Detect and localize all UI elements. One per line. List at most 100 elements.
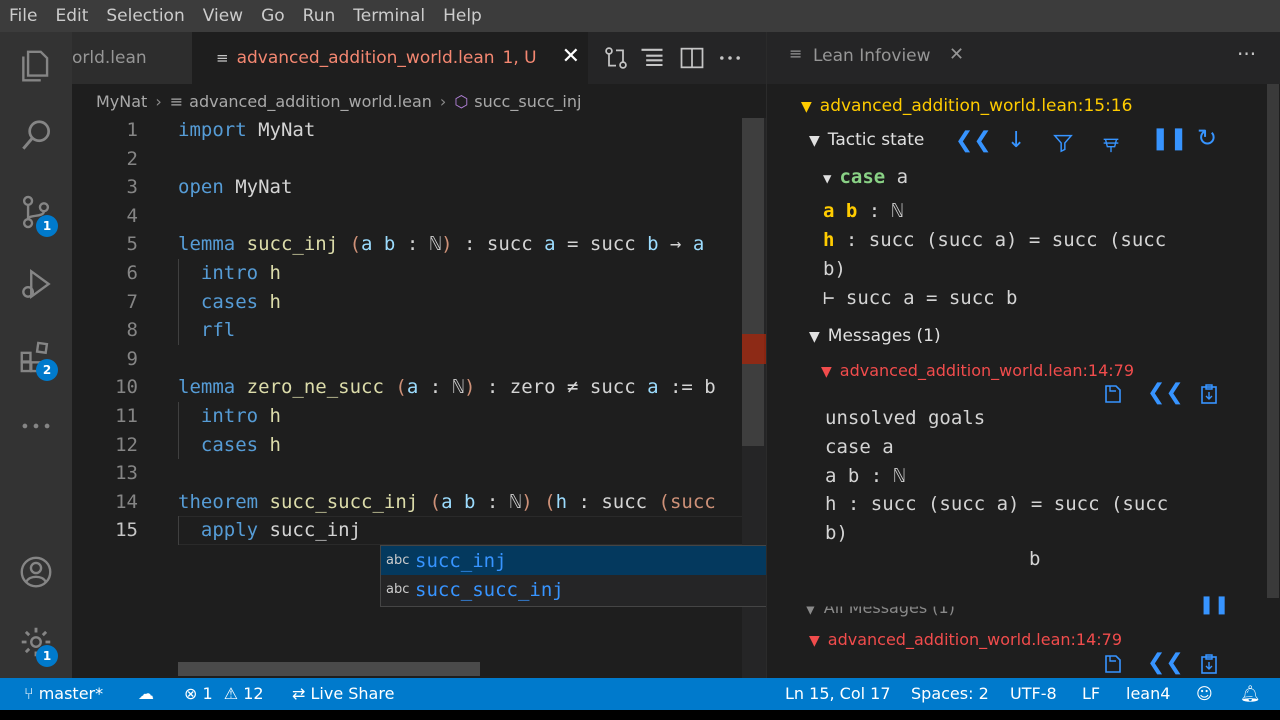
source-control-badge: 1 — [36, 215, 58, 237]
chevron-right-icon: › — [155, 91, 162, 111]
breadcrumb-file[interactable]: advanced_addition_world.lean — [189, 92, 432, 111]
all-messages-header[interactable]: ▼ All Messages (1) — [805, 601, 955, 617]
lean-menu-icon[interactable] — [638, 44, 666, 72]
pin-icon[interactable] — [1099, 132, 1123, 154]
code-token: ( — [532, 490, 556, 513]
vertical-scrollbar[interactable] — [742, 118, 764, 446]
line-number: 9 — [126, 347, 138, 370]
bell-icon[interactable]: 🔔︎ — [1240, 678, 1260, 710]
extensions-button[interactable]: 2 — [0, 326, 72, 386]
search-button[interactable] — [0, 106, 72, 166]
code-line[interactable]: cases h — [178, 288, 281, 317]
copy-to-comment-icon[interactable] — [1101, 382, 1125, 406]
code-line[interactable]: rfl — [178, 316, 235, 345]
split-editor-icon[interactable] — [678, 44, 706, 72]
pause-icon[interactable]: ❚❚ — [1151, 126, 1188, 151]
menu-file[interactable]: File — [0, 0, 46, 32]
line-number: 2 — [126, 147, 138, 170]
tab-previous-file[interactable]: orld.lean — [72, 32, 192, 84]
tab-advanced-addition-world[interactable]: ≡ advanced_addition_world.lean 1, U ✕ — [192, 32, 588, 84]
suggestion-match: succ_inj — [415, 549, 507, 572]
code-token: ( — [418, 490, 442, 513]
infoview-location[interactable]: ▼ advanced_addition_world.lean:15:16 — [801, 96, 1132, 116]
source-control-button[interactable]: 1 — [0, 182, 72, 242]
feedback-icon[interactable]: ☺ — [1196, 678, 1213, 710]
activity-bar: 1 2 1 — [0, 32, 72, 678]
accounts-button[interactable] — [0, 542, 72, 602]
tactic-state-header[interactable]: ▼ Tactic state — [809, 130, 924, 150]
indentation[interactable]: Spaces: 2 — [911, 678, 989, 710]
code-line[interactable]: theorem succ_succ_inj (a b : ℕ) (h : suc… — [178, 488, 716, 517]
messages-header[interactable]: ▼ Messages (1) — [809, 326, 941, 346]
arrow-down-icon[interactable]: ↓ — [1007, 128, 1025, 153]
code-line[interactable]: cases h — [178, 431, 281, 460]
menu-edit[interactable]: Edit — [46, 0, 97, 32]
menu-go[interactable]: Go — [252, 0, 294, 32]
menu-run[interactable]: Run — [294, 0, 345, 32]
more-actions-icon[interactable] — [716, 44, 744, 72]
line-number: 15 — [115, 519, 138, 542]
all-message-location[interactable]: ▼ advanced_addition_world.lean:14:79 — [809, 630, 1122, 649]
end-of-line[interactable]: LF — [1082, 678, 1100, 710]
close-icon[interactable]: ✕ — [949, 44, 964, 65]
line-number: 3 — [126, 176, 138, 199]
language-mode[interactable]: lean4 — [1126, 678, 1170, 710]
explorer-button[interactable] — [0, 36, 72, 96]
code-line[interactable]: lemma succ_inj (a b : ℕ) : succ a = succ… — [178, 230, 704, 259]
goal-case[interactable]: ▼ case a — [823, 166, 908, 188]
breadcrumb-symbol[interactable]: succ_succ_inj — [474, 92, 581, 111]
message-line: a b : ℕ — [825, 464, 906, 487]
menu-selection[interactable]: Selection — [97, 0, 193, 32]
message-location[interactable]: ▼ advanced_addition_world.lean:14:79 — [821, 361, 1134, 380]
menu-view[interactable]: View — [194, 0, 252, 32]
error-marker — [742, 334, 766, 364]
line-number: 6 — [126, 262, 138, 284]
refresh-icon[interactable]: ↻ — [1197, 124, 1217, 152]
clipboard-icon[interactable] — [1197, 652, 1221, 676]
more-actions-icon[interactable]: ··· — [1237, 42, 1256, 66]
code-token: a — [692, 233, 705, 256]
goto-quote-icon[interactable]: ❮❮ — [1147, 650, 1184, 675]
sync-icon[interactable]: ☁ — [138, 678, 154, 710]
manage-button[interactable]: 1 — [0, 612, 72, 672]
goto-quote-icon[interactable]: ❮❮ — [955, 128, 992, 153]
code-line[interactable]: intro h — [178, 259, 281, 288]
infoview-scrollbar[interactable] — [1267, 84, 1279, 598]
pause-icon[interactable]: ❚❚ — [1199, 594, 1229, 615]
line-number: 8 — [126, 319, 138, 342]
cursor-position[interactable]: Ln 15, Col 17 — [785, 678, 891, 710]
triangle-down-icon: ▼ — [805, 601, 816, 617]
message-line: h : succ (succ a) = succ (succ — [825, 493, 1169, 516]
more-views-button[interactable] — [0, 396, 72, 456]
encoding[interactable]: UTF-8 — [1010, 678, 1057, 710]
compare-changes-icon[interactable] — [602, 44, 630, 72]
code-line[interactable]: open MyNat — [178, 173, 292, 202]
code-token: ( — [338, 233, 362, 256]
code-token: : ℕ — [475, 490, 522, 513]
code-line[interactable]: intro h — [178, 402, 281, 431]
code-token: open — [178, 176, 224, 199]
code-token: a b — [441, 490, 476, 513]
live-share-button[interactable]: ⇄ Live Share — [292, 678, 394, 710]
code-token: a — [544, 233, 556, 256]
code-token: cases — [178, 433, 259, 456]
filter-icon[interactable] — [1051, 132, 1075, 154]
breadcrumb-folder[interactable]: MyNat — [96, 92, 147, 111]
problems-status[interactable]: ⊗ 1 ⚠ 12 — [184, 678, 264, 710]
menu-terminal[interactable]: Terminal — [344, 0, 434, 32]
goto-quote-icon[interactable]: ❮❮ — [1147, 380, 1184, 405]
horizontal-scrollbar[interactable] — [178, 662, 480, 676]
menu-help[interactable]: Help — [434, 0, 491, 32]
triangle-down-icon: ▼ — [809, 133, 820, 149]
infoview-tab-label[interactable]: Lean Infoview — [813, 46, 931, 66]
files-icon — [22, 50, 49, 82]
settings-badge: 1 — [36, 645, 58, 667]
copy-to-comment-icon[interactable] — [1101, 652, 1125, 676]
run-debug-button[interactable] — [0, 254, 72, 314]
branch-status[interactable]: ⑂ master* — [24, 678, 103, 710]
code-line[interactable]: lemma zero_ne_succ (a : ℕ) : zero ≠ succ… — [178, 373, 716, 402]
close-icon[interactable]: ✕ — [562, 44, 580, 69]
code-line[interactable]: apply succ_inj — [178, 516, 361, 545]
clipboard-icon[interactable] — [1197, 382, 1221, 406]
code-line[interactable]: import MyNat — [178, 118, 315, 145]
